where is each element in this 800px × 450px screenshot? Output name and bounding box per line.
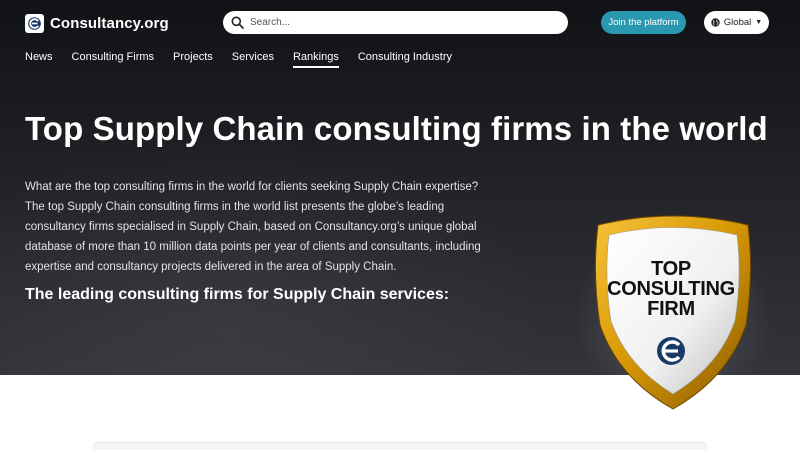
site-logo[interactable]: Consultancy.org bbox=[25, 12, 169, 34]
nav-item-news[interactable]: News bbox=[25, 51, 53, 68]
region-selector[interactable]: Global ▼ bbox=[704, 11, 769, 34]
main-nav: News Consulting Firms Projects Services … bbox=[25, 51, 471, 71]
badge-line-top: TOP bbox=[651, 258, 691, 280]
chevron-down-icon: ▼ bbox=[755, 19, 763, 26]
nav-item-rankings[interactable]: Rankings bbox=[292, 51, 339, 68]
nav-item-consulting-firms[interactable]: Consulting Firms bbox=[72, 51, 155, 68]
search-input[interactable] bbox=[250, 17, 550, 28]
region-label: Global bbox=[723, 17, 752, 28]
top-consulting-firm-badge: TOP CONSULTING FIRM bbox=[573, 213, 774, 418]
logo-icon bbox=[25, 13, 44, 33]
rankings-card bbox=[93, 442, 707, 450]
search-icon bbox=[231, 16, 244, 29]
badge-line-consulting: CONSULTING bbox=[607, 278, 735, 300]
logo-text: Consultancy.org bbox=[50, 14, 169, 32]
badge-line-firm: FIRM bbox=[647, 298, 695, 320]
search-bar[interactable] bbox=[223, 11, 568, 34]
nav-item-services[interactable]: Services bbox=[232, 51, 274, 68]
nav-item-consulting-industry[interactable]: Consulting Industry bbox=[358, 51, 452, 68]
page-title: Top Supply Chain consulting firms in the… bbox=[25, 110, 768, 147]
page-description: What are the top consulting firms in the… bbox=[25, 181, 481, 273]
join-platform-button[interactable]: Join the platform bbox=[601, 11, 686, 34]
nav-item-projects[interactable]: Projects bbox=[173, 51, 213, 68]
globe-icon bbox=[711, 18, 720, 27]
section-subheading: The leading consulting firms for Supply … bbox=[25, 286, 450, 303]
